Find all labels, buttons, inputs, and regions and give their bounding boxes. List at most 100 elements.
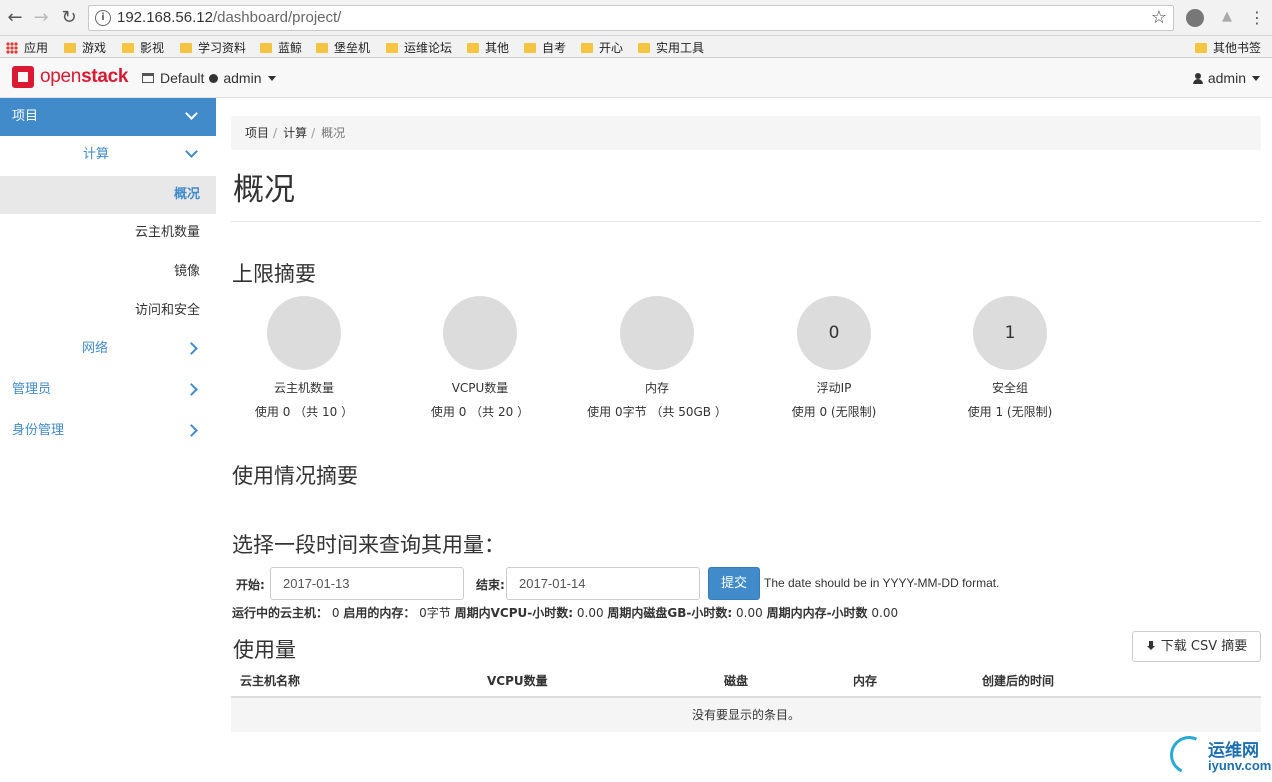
stat-value: 0.00 [871,606,899,620]
sidebar-item-label: 云主机数量 [134,225,200,240]
bookmark-item[interactable]: 开心 [581,39,623,56]
bookmark-item[interactable]: 运维论坛 [386,39,452,56]
pie-label: 安全组 [991,381,1028,395]
pie-usage: 使用 0字节 （共 50GB ） [587,405,727,419]
sidebar-item-identity[interactable]: 身份管理 [0,412,216,450]
bookmark-item[interactable]: 蓝鲸 [260,39,302,56]
user-menu[interactable]: admin [1192,70,1260,86]
bookmark-other[interactable]: 其他书签 [1195,39,1261,56]
table-empty-row: 没有要显示的条目。 [231,698,1261,732]
column-header-age[interactable]: 创建后的时间 [982,672,1054,689]
sidebar-item-label: 管理员 [12,382,52,397]
logo-text-b: stack [81,66,129,87]
sidebar-item-label: 网络 [82,341,109,356]
chevron-right-icon [185,424,198,437]
openstack-logo-icon [12,66,34,88]
end-date-input[interactable]: 2017-01-14 [506,567,700,600]
breadcrumb-item[interactable]: 项目 [245,126,269,140]
extension-icon[interactable] [1186,9,1204,27]
info-icon[interactable]: i [95,10,111,26]
column-header-ram[interactable]: 内存 [853,672,877,689]
caret-down-icon [1252,76,1260,81]
pie-usage: 使用 0 （共 10 ） [254,405,354,419]
openstack-logo[interactable]: openstack [12,66,128,88]
url-host: 192.168.56.12 [117,9,213,26]
usage-title: 使用量 [233,638,296,662]
bookmark-item[interactable]: 学习资料 [180,39,246,56]
bookmark-label: 其他书签 [1213,41,1262,55]
pie-usage: 使用 0 (无限制) [791,405,877,419]
bookmark-label: 游戏 [82,41,107,55]
date-format-help: The date should be in YYYY-MM-DD format. [764,576,1000,590]
pie-usage: 使用 1 (无限制) [967,405,1053,419]
start-label: 开始: [236,578,265,592]
bookmark-item[interactable]: 自考 [524,39,566,56]
download-csv-button[interactable]: 下载 CSV 摘要 [1132,631,1261,662]
column-header-disk[interactable]: 磁盘 [724,672,748,689]
pie-label: 浮动IP [816,381,852,395]
start-date-input[interactable]: 2017-01-13 [270,567,464,600]
reload-icon[interactable]: ↻ [58,7,80,29]
bookmark-label: 应用 [24,41,49,55]
forward-icon[interactable]: → [30,7,52,29]
bookmark-star-icon[interactable]: ☆ [1151,7,1167,28]
bookmark-item[interactable]: 其他 [467,39,509,56]
server-icon [142,73,154,83]
breadcrumb-separator: / [273,126,278,140]
query-title: 选择一段时间来查询其用量： [232,533,505,557]
pie-label: 云主机数量 [273,381,334,395]
floating-ip-pie: 0 [797,296,871,370]
column-header-instance-name[interactable]: 云主机名称 [240,672,300,689]
stat-value: 0字节 [419,606,451,620]
stat-label: 周期内磁盘GB-小时数: [607,606,733,620]
folder-icon [467,43,479,53]
column-header-vcpus[interactable]: VCPU数量 [487,672,548,689]
sidebar-item-access-security[interactable]: 访问和安全 [0,292,216,330]
security-group-pie: 1 [973,296,1047,370]
sidebar-item-overview[interactable]: 概况 [0,176,216,214]
extension2-icon[interactable]: ▲ [1218,9,1236,27]
domain-name: Default [160,70,205,86]
folder-icon [64,43,76,53]
sidebar-item-images[interactable]: 镜像 [0,253,216,291]
breadcrumb-item[interactable]: 计算 [283,126,307,140]
browser-toolbar: ← → ↻ i 192.168.56.12/dashboard/project/… [0,0,1272,36]
breadcrumb-separator: / [311,126,316,140]
sidebar-item-label: 镜像 [173,264,200,279]
project-selector[interactable]: Default admin [142,70,276,86]
bookmark-label: 自考 [542,41,567,55]
stat-value: 0.00 [736,606,763,620]
address-bar[interactable]: i 192.168.56.12/dashboard/project/ ☆ [88,5,1174,31]
sidebar-item-compute[interactable]: 计算 [0,136,216,174]
sidebar-item-network[interactable]: 网络 [0,330,216,368]
app-header: openstack Default admin admin [0,58,1272,98]
bookmark-label: 开心 [599,41,624,55]
folder-icon [260,43,272,53]
folder-icon [316,43,328,53]
sidebar-item-label: 身份管理 [12,423,65,438]
bookmark-item[interactable]: 堡垒机 [316,39,370,56]
submit-button[interactable]: 提交 [708,567,760,600]
sidebar-item-admin[interactable]: 管理员 [0,371,216,409]
end-label: 结束: [476,578,505,592]
menu-icon[interactable]: ⋮ [1246,7,1268,29]
bookmark-label: 学习资料 [198,41,247,55]
bookmark-item[interactable]: 影视 [122,39,164,56]
folder-icon [1195,43,1207,53]
bookmark-apps[interactable]: 应用 [6,39,48,56]
pie-label: VCPU数量 [451,381,509,395]
bookmark-label: 蓝鲸 [278,41,303,55]
back-icon[interactable]: ← [4,7,26,29]
sidebar-item-instances[interactable]: 云主机数量 [0,214,216,252]
vcpu-pie [443,296,517,370]
bookmark-label: 影视 [140,41,165,55]
stat-value: 0.00 [576,606,604,620]
bookmark-label: 堡垒机 [334,41,371,55]
bookmark-item[interactable]: 游戏 [64,39,106,56]
user-name: admin [1207,70,1246,86]
apps-icon [6,42,18,54]
sidebar-item-label: 概况 [173,187,200,202]
sidebar-item-project[interactable]: 项目 [0,98,216,136]
bookmark-item[interactable]: 实用工具 [638,39,704,56]
sidebar-item-label: 计算 [83,147,110,162]
